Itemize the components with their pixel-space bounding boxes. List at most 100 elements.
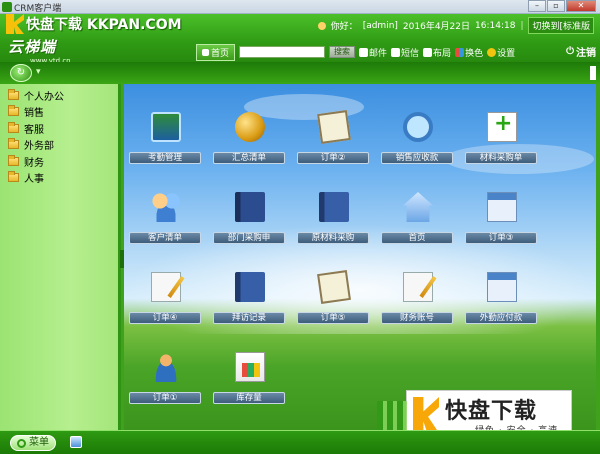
pencil-paper-icon	[151, 272, 181, 302]
sidebar-item-label: 个人办公	[24, 91, 64, 103]
shortcut-sales-receivable[interactable]: 销售应收款	[379, 112, 455, 172]
watermark-logo: 快盘下载 KKPAN.COM	[6, 14, 182, 34]
mail-icon	[359, 47, 369, 57]
shortcut-field-payable[interactable]: 外勤应付款	[463, 272, 539, 332]
order-icon	[317, 270, 351, 304]
window-icon	[487, 272, 517, 302]
pencil-paper-icon	[403, 272, 433, 302]
order-icon	[317, 110, 351, 144]
sms-button[interactable]: 短信	[391, 46, 419, 59]
shortcut-order-4[interactable]: 订单④	[127, 272, 203, 332]
logout-label: 注销	[576, 48, 596, 59]
attendance-icon	[151, 112, 181, 142]
sub-toolbar: ↻ ▾	[0, 62, 600, 84]
shortcut-stock[interactable]: 库存量	[211, 352, 287, 412]
user-info: 你好： [admin] 2016年4月22日 16:14:18 | 切换到[标准…	[317, 17, 594, 34]
shortcut-visit-records[interactable]: 拜访记录	[211, 272, 287, 332]
separator: |	[520, 20, 524, 31]
start-orb-button[interactable]: ↻	[10, 64, 32, 82]
home-icon	[403, 192, 433, 222]
shortcut-finance-account[interactable]: 财务账号	[379, 272, 455, 332]
book-icon	[319, 192, 349, 222]
folder-icon	[8, 105, 19, 117]
shortcut-label: 拜访记录	[213, 312, 285, 324]
folder-icon	[8, 171, 19, 183]
magnifier-icon	[403, 112, 433, 142]
logout-button[interactable]: ⏻ 注销	[566, 44, 596, 59]
folder-icon	[8, 121, 19, 133]
scroll-marker	[590, 66, 596, 80]
close-button[interactable]: ✕	[566, 0, 596, 12]
layout-button[interactable]: 布局	[423, 46, 451, 59]
shortcut-label: 原材料采购	[297, 232, 369, 244]
title-bar: CRM客户端 – ▫ ✕	[0, 0, 600, 14]
switch-edition-link[interactable]: 切换到[标准版	[528, 17, 594, 34]
user-icon	[317, 21, 326, 30]
shortcut-label: 订单②	[297, 152, 369, 164]
greeting-text: 你好：	[330, 22, 358, 32]
book-icon	[235, 272, 265, 302]
shortcut-label: 考勤管理	[129, 152, 201, 164]
time-text: 16:14:18	[475, 20, 516, 31]
sms-icon	[391, 47, 401, 57]
chevron-down-icon[interactable]: ▾	[36, 67, 41, 77]
shortcut-label: 部门采购申	[213, 232, 285, 244]
username-text: [admin]	[362, 20, 398, 31]
shortcut-label: 财务账号	[381, 312, 453, 324]
sidebar-item-external-affairs[interactable]: 外务部	[0, 137, 118, 154]
sidebar-item-label: 客服	[24, 124, 44, 136]
shortcut-label: 库存量	[213, 392, 285, 404]
menu-button[interactable]: 菜单	[10, 435, 56, 451]
settings-label: 设置	[497, 48, 516, 59]
shortcut-order-3[interactable]: 订单③	[463, 192, 539, 252]
sidebar-item-personal-office[interactable]: 个人办公	[0, 87, 118, 104]
search-input[interactable]	[239, 46, 326, 58]
shortcut-label: 客户清单	[129, 232, 201, 244]
taskbar-app-icon[interactable]	[70, 436, 82, 448]
shortcut-home[interactable]: 首页	[379, 192, 455, 252]
layout-icon	[423, 47, 433, 57]
layout-label: 布局	[433, 48, 452, 59]
shortcut-label: 首页	[381, 232, 453, 244]
shortcut-order-5[interactable]: 订单⑤	[295, 270, 371, 332]
home-button[interactable]: 首页	[196, 43, 236, 61]
header: 快盘下载 KKPAN.COM 云梯端 www.ytd.cn 你好： [admin…	[0, 14, 600, 65]
color-label: 换色	[465, 48, 484, 59]
sidebar-item-finance[interactable]: 财务	[0, 153, 118, 170]
settings-button[interactable]: 设置	[487, 46, 515, 59]
shortcut-material-purchase[interactable]: 材料采购单	[463, 111, 539, 172]
shortcut-label: 外勤应付款	[465, 312, 537, 324]
shortcut-dept-purchase-request[interactable]: 部门采购申	[211, 192, 287, 252]
shortcut-order-1[interactable]: 订单①	[127, 352, 203, 412]
folder-icon	[8, 88, 19, 100]
swirl-icon	[17, 438, 26, 448]
power-icon: ⏻	[566, 46, 574, 57]
mail-button[interactable]: 邮件	[359, 46, 387, 59]
add-document-icon	[487, 111, 517, 142]
sidebar-item-hr[interactable]: 人事	[0, 170, 118, 187]
shortcut-summary-list[interactable]: 汇总清单	[211, 112, 287, 172]
stock-icon	[235, 352, 265, 382]
shortcut-raw-material-purchase[interactable]: 原材料采购	[295, 192, 371, 252]
shortcut-customer-list[interactable]: 客户清单	[127, 192, 203, 252]
window-title: CRM客户端	[14, 4, 62, 14]
shortcut-attendance[interactable]: 考勤管理	[127, 112, 203, 172]
search-button[interactable]: 搜索	[329, 46, 356, 58]
date-text: 2016年4月22日	[402, 22, 471, 32]
window-controls: – ▫ ✕	[528, 0, 596, 12]
sidebar-item-service[interactable]: 客服	[0, 120, 118, 137]
brand-name: 云梯端	[8, 38, 57, 56]
home-label: 首页	[211, 48, 230, 59]
shortcut-label: 销售应收款	[381, 152, 453, 164]
watermark-text: 快盘下载 KKPAN.COM	[26, 17, 182, 33]
sidebar: 个人办公 销售 客服 外务部 财务 人事	[0, 84, 121, 430]
minimize-button[interactable]: –	[528, 0, 546, 12]
color-button[interactable]: 换色	[455, 46, 483, 59]
gear-icon	[487, 47, 497, 57]
shortcut-order-2[interactable]: 订单②	[295, 110, 371, 172]
sidebar-item-sales[interactable]: 销售	[0, 104, 118, 121]
nav-toolbar: 首页 搜索 邮件 短信 布局 换色 设置	[196, 43, 600, 61]
window-icon	[487, 192, 517, 222]
restore-button[interactable]: ▫	[547, 0, 565, 12]
customers-icon	[151, 192, 181, 222]
